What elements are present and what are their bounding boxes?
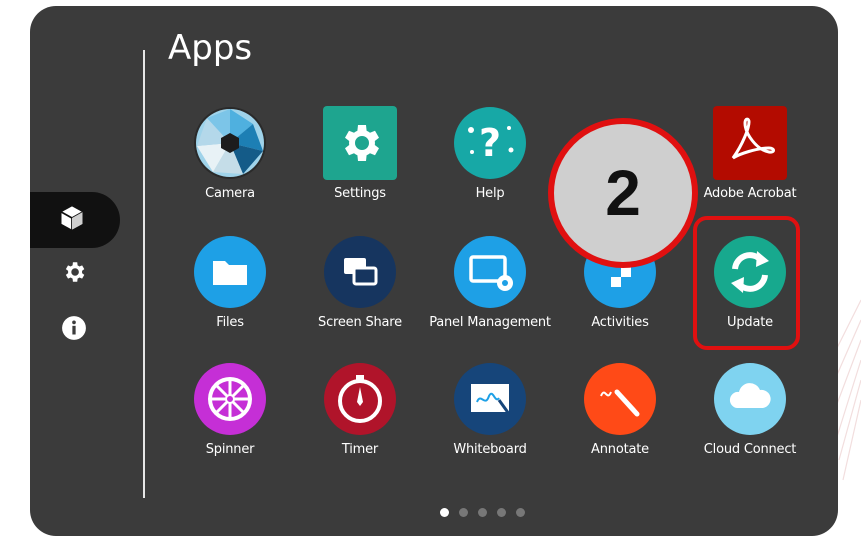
- app-timer[interactable]: Timer: [300, 362, 420, 457]
- app-label: Activities: [591, 315, 649, 330]
- cloud-icon: [713, 362, 787, 436]
- page-dot[interactable]: [497, 508, 506, 517]
- app-label: Screen Share: [318, 315, 402, 330]
- app-settings[interactable]: Settings: [300, 106, 420, 201]
- camera-shutter-icon: [193, 106, 267, 180]
- sidebar-divider: [143, 50, 145, 498]
- app-label: Whiteboard: [453, 442, 527, 457]
- app-camera[interactable]: Camera: [170, 106, 290, 201]
- sidebar-item-info[interactable]: [59, 315, 89, 345]
- gear-icon: [61, 259, 87, 289]
- svg-text:?: ?: [479, 121, 501, 165]
- folder-icon: [193, 235, 267, 309]
- app-label: Annotate: [591, 442, 649, 457]
- app-label: Spinner: [205, 442, 255, 457]
- app-cloud-connect[interactable]: Cloud Connect: [690, 362, 810, 457]
- app-help[interactable]: ? Help: [430, 106, 550, 201]
- cube-icon: [58, 204, 86, 236]
- app-screen-share[interactable]: Screen Share: [300, 235, 420, 330]
- app-adobe-acrobat[interactable]: Adobe Acrobat: [690, 106, 810, 201]
- panel-management-icon: [453, 235, 527, 309]
- app-spinner[interactable]: Spinner: [170, 362, 290, 457]
- app-label: Cloud Connect: [703, 442, 797, 457]
- annotate-icon: [583, 362, 657, 436]
- timer-icon: [323, 362, 397, 436]
- app-label: Timer: [341, 442, 379, 457]
- page-title: Apps: [168, 28, 253, 68]
- app-label: Panel Management: [429, 315, 551, 330]
- info-icon: [61, 315, 87, 345]
- help-icon: ?: [453, 106, 527, 180]
- page-dot[interactable]: [478, 508, 487, 517]
- whiteboard-icon: [453, 362, 527, 436]
- app-annotate[interactable]: Annotate: [560, 362, 680, 457]
- update-highlight-box: [693, 216, 800, 350]
- sidebar-item-settings[interactable]: [59, 259, 89, 289]
- screen-share-icon: [323, 235, 397, 309]
- acrobat-icon: [713, 106, 787, 180]
- step-number-badge: 2: [548, 118, 698, 268]
- app-label: Settings: [334, 186, 386, 201]
- app-whiteboard[interactable]: Whiteboard: [430, 362, 550, 457]
- app-label: Files: [216, 315, 244, 330]
- app-files[interactable]: Files: [170, 235, 290, 330]
- sidebar-item-apps[interactable]: [30, 192, 120, 248]
- app-panel-management[interactable]: Panel Management: [429, 235, 551, 330]
- spinner-wheel-icon: [193, 362, 267, 436]
- page-dot[interactable]: [459, 508, 468, 517]
- pagination-dots: [440, 508, 525, 517]
- page-dot[interactable]: [516, 508, 525, 517]
- apps-panel: Apps Camera Settings ? Help Adobe Acroba…: [30, 6, 838, 536]
- gear-icon: [323, 106, 397, 180]
- app-label: Camera: [205, 186, 255, 201]
- page-dot[interactable]: [440, 508, 449, 517]
- app-label: Help: [475, 186, 505, 201]
- app-label: Adobe Acrobat: [703, 186, 797, 201]
